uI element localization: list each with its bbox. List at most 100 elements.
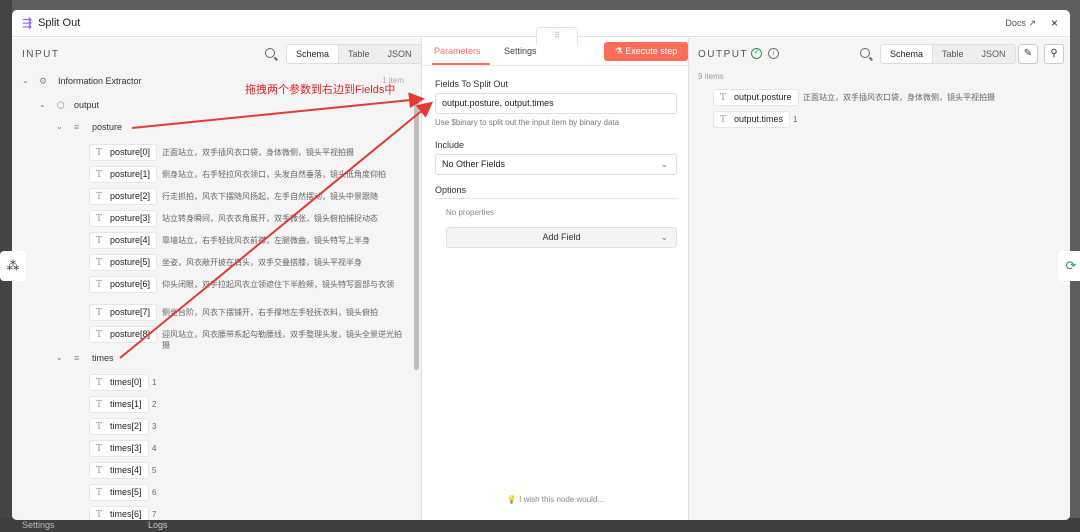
view-schema-tab[interactable]: Schema: [287, 45, 340, 63]
view-table-tab[interactable]: Table: [933, 45, 973, 63]
field-value: 侧坐台阶，风衣下摆铺开，右手撑地左手轻抚衣料，镜头俯拍: [162, 308, 378, 317]
field-key-label: times[2]: [110, 421, 142, 431]
view-json-tab[interactable]: JSON: [379, 45, 421, 63]
list-item[interactable]: Ttimes[3] 4: [12, 440, 412, 458]
pin-icon[interactable]: ⚲: [1044, 44, 1064, 64]
list-item[interactable]: Tposture[2] 行走抓拍，风衣下摆随风扬起，左手自然摆动，镜头中景跟随: [12, 188, 412, 206]
list-item[interactable]: Tposture[1] 侧身站立，右手轻拉风衣领口，头发自然垂落，镜头低角度仰拍: [12, 166, 412, 184]
field-key[interactable]: Tposture[4]: [89, 232, 158, 249]
feedback-link[interactable]: 💡 I wish this node would...: [422, 495, 689, 504]
execute-step-button[interactable]: ⚗ Execute step: [604, 42, 688, 61]
edit-pencil-icon[interactable]: ✎: [1018, 44, 1038, 64]
list-item[interactable]: Tposture[4] 靠墙站立，右手轻拢风衣前襟，左腿微曲，镜头特写上半身: [12, 232, 412, 250]
node-graph-icon[interactable]: ⁂: [0, 251, 26, 281]
field-key[interactable]: Tposture[5]: [89, 254, 158, 271]
field-value: 2: [152, 400, 157, 409]
posture-row[interactable]: ⌄ ≡ posture: [12, 122, 412, 140]
field-key-label: posture[3]: [110, 213, 151, 223]
list-item[interactable]: Ttimes[5] 6: [12, 484, 412, 502]
field-key[interactable]: Tposture[1]: [89, 166, 158, 183]
tab-parameters[interactable]: Parameters: [434, 46, 481, 56]
list-item[interactable]: Ttimes[0] 1: [12, 374, 412, 392]
docs-link[interactable]: Docs ↗: [1005, 18, 1036, 29]
output-view-toggle: Schema Table JSON: [880, 44, 1016, 64]
posture-label: posture: [92, 122, 123, 132]
info-icon[interactable]: i: [768, 48, 779, 59]
node-name: Information Extractor: [58, 76, 142, 86]
logs-link[interactable]: Logs: [148, 520, 168, 530]
output-row[interactable]: ⌄ ⬡ output: [12, 100, 412, 118]
list-item[interactable]: Tposture[0] 正面站立，双手插风衣口袋，身体微侧，镜头平视拍摄: [12, 144, 412, 162]
field-key[interactable]: Ttimes[0]: [89, 374, 149, 391]
text-type-icon: T: [96, 400, 103, 410]
search-icon[interactable]: [860, 48, 870, 58]
field-key[interactable]: Tposture[0]: [89, 144, 158, 161]
field-key[interactable]: Toutput.times: [713, 111, 791, 128]
list-item[interactable]: Tposture[7] 侧坐台阶，风衣下摆铺开，右手撑地左手轻抚衣料，镜头俯拍: [12, 304, 412, 322]
fields-input[interactable]: output.posture, output.times: [435, 93, 677, 114]
add-field-button[interactable]: Add Field ⌄: [446, 227, 677, 248]
field-key[interactable]: Ttimes[3]: [89, 440, 149, 457]
field-key-label: times[3]: [110, 443, 142, 453]
field-key[interactable]: Ttimes[1]: [89, 396, 149, 413]
view-table-tab[interactable]: Table: [339, 45, 379, 63]
object-icon: ⬡: [57, 100, 65, 110]
field-key[interactable]: Tposture[2]: [89, 188, 158, 205]
output-label: output: [74, 100, 100, 110]
field-key[interactable]: Tposture[3]: [89, 210, 158, 227]
chevron-down-icon[interactable]: ⌄: [39, 100, 46, 109]
list-item[interactable]: Ttimes[2] 3: [12, 418, 412, 436]
settings-link[interactable]: Settings: [22, 520, 55, 530]
field-key[interactable]: Tposture[8]: [89, 326, 158, 343]
list-item[interactable]: Ttimes[1] 2: [12, 396, 412, 414]
field-value: 6: [152, 488, 157, 497]
input-view-toggle: Schema Table JSON: [286, 44, 422, 64]
text-type-icon: T: [96, 236, 103, 246]
list-item[interactable]: Tposture[8] 迎风站立，风衣腰带系起勾勒腰线，双手整理头发，镜头全景逆光…: [12, 326, 412, 352]
list-item[interactable]: Toutput.times 1: [689, 111, 1059, 129]
field-key[interactable]: Ttimes[5]: [89, 484, 149, 501]
input-panel: INPUT Schema Table JSON ⌄ ⚙ Information …: [12, 38, 422, 520]
flask-icon: ⚗: [614, 46, 623, 56]
search-icon[interactable]: [265, 48, 275, 58]
text-type-icon: T: [96, 378, 103, 388]
list-item[interactable]: Ttimes[4] 5: [12, 462, 412, 480]
scrollbar[interactable]: [414, 98, 419, 370]
parameters-panel: Parameters Settings ⚗ Execute step Field…: [422, 38, 689, 520]
tab-settings[interactable]: Settings: [504, 46, 537, 56]
field-key-label: posture[4]: [110, 235, 151, 245]
chevron-down-icon[interactable]: ⌄: [56, 353, 63, 362]
options-label: Options: [435, 185, 467, 195]
lightbulb-icon: 💡: [506, 495, 517, 504]
text-type-icon: T: [96, 308, 103, 318]
close-button[interactable]: ×: [1051, 16, 1058, 30]
view-schema-tab[interactable]: Schema: [881, 45, 934, 63]
field-key[interactable]: Toutput.posture: [713, 89, 799, 106]
list-item[interactable]: Ttimes[6] 7: [12, 506, 412, 520]
field-key[interactable]: Tposture[6]: [89, 276, 158, 293]
field-key[interactable]: Tposture[7]: [89, 304, 158, 321]
refresh-icon[interactable]: ⟳: [1058, 251, 1080, 281]
drag-handle-icon[interactable]: ⠿: [536, 27, 578, 45]
chevron-down-icon[interactable]: ⌄: [56, 122, 63, 131]
field-key-label: output.times: [734, 114, 784, 124]
field-key[interactable]: Ttimes[6]: [89, 506, 149, 520]
field-value: 1: [793, 115, 798, 124]
field-value: 行走抓拍，风衣下摆随风扬起，左手自然摆动，镜头中景跟随: [162, 192, 378, 201]
list-icon: ≡: [74, 122, 80, 132]
field-key[interactable]: Ttimes[2]: [89, 418, 149, 435]
field-key[interactable]: Ttimes[4]: [89, 462, 149, 479]
list-item[interactable]: Toutput.posture 正面站立，双手插风衣口袋，身体微侧，镜头平视拍摄: [689, 89, 1059, 107]
field-value: 侧身站立，右手轻拉风衣领口，头发自然垂落，镜头低角度仰拍: [162, 170, 386, 179]
list-icon: ≡: [74, 353, 80, 363]
include-select[interactable]: No Other Fields ⌄: [435, 154, 677, 175]
chevron-down-icon[interactable]: ⌄: [22, 76, 29, 85]
list-item[interactable]: Tposture[6] 仰头闭眼，双手拉起风衣立领遮住下半脸颊，镜头特写面部与衣领: [12, 276, 412, 302]
list-item[interactable]: Tposture[5] 坐姿，风衣敞开披在肩头，双手交叠搭膝，镜头平视半身: [12, 254, 412, 272]
text-type-icon: T: [96, 192, 103, 202]
times-row[interactable]: ⌄ ≡ times: [12, 353, 412, 371]
field-value: 站立转身瞬间，风衣衣角展开，双手微张，镜头俯拍捕捉动态: [162, 214, 378, 223]
fields-label: Fields To Split Out: [435, 79, 508, 89]
view-json-tab[interactable]: JSON: [973, 45, 1015, 63]
list-item[interactable]: Tposture[3] 站立转身瞬间，风衣衣角展开，双手微张，镜头俯拍捕捉动态: [12, 210, 412, 228]
